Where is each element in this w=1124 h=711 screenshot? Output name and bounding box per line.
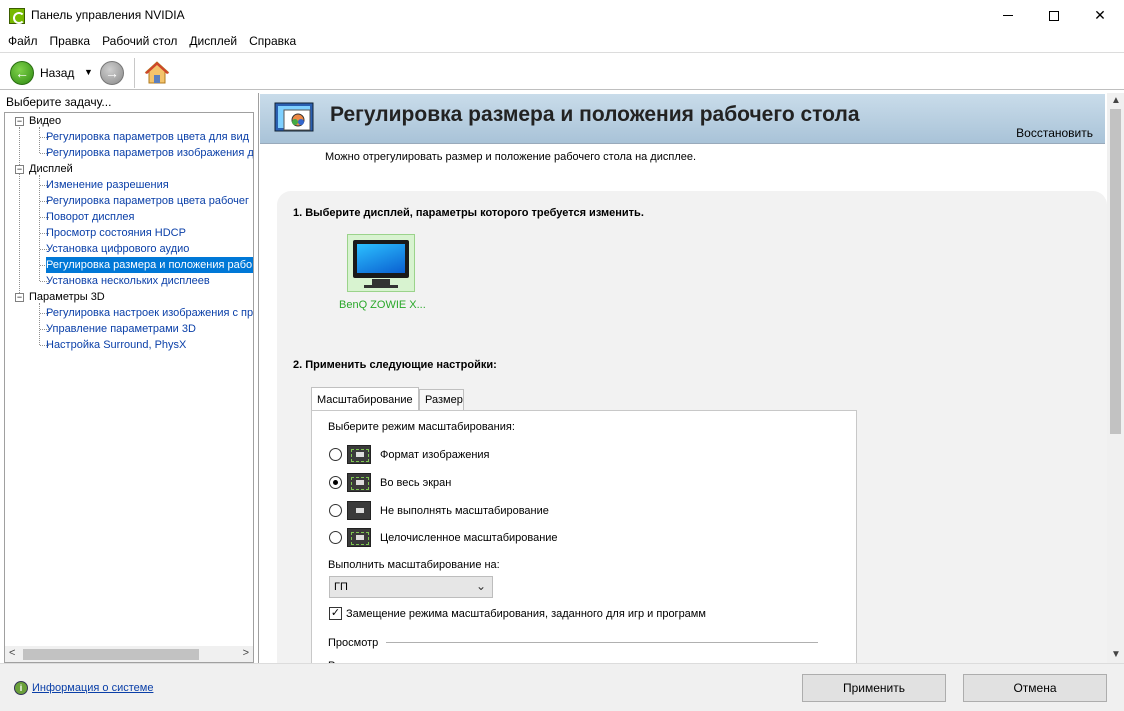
forward-button[interactable]: → xyxy=(100,61,124,85)
window-title: Панель управления NVIDIA xyxy=(31,8,185,22)
close-icon: ✕ xyxy=(1094,7,1106,23)
back-arrow-icon: ← xyxy=(10,61,34,85)
back-history-dropdown-icon[interactable]: ▼ xyxy=(84,67,93,77)
option-full-screen[interactable]: Во весь экран xyxy=(380,477,451,489)
collapse-video-icon[interactable]: − xyxy=(15,117,24,126)
radio-no-scaling[interactable] xyxy=(329,504,342,517)
tab-scaling[interactable]: Масштабирование xyxy=(311,387,419,411)
close-button[interactable]: ✕ xyxy=(1077,0,1123,31)
apply-button[interactable]: Применить xyxy=(802,674,946,702)
tree-item-desktop-color[interactable]: Регулировка параметров цвета рабочег xyxy=(46,193,249,209)
page-header: Регулировка размера и положения рабочего… xyxy=(260,94,1105,144)
scaling-tab-content: Выберите режим масштабирования: Формат и… xyxy=(311,410,857,670)
task-tree[interactable]: − Видео Регулировка параметров цвета для… xyxy=(4,112,254,711)
menu-edit[interactable]: Правка xyxy=(44,31,97,51)
tree-item-3d-image-settings[interactable]: Регулировка настроек изображения с пр xyxy=(46,305,253,321)
forward-arrow-icon: → xyxy=(100,61,124,85)
collapse-3d-icon[interactable]: − xyxy=(15,293,24,302)
scrollbar-thumb[interactable] xyxy=(23,649,199,660)
home-icon[interactable] xyxy=(144,60,170,86)
cancel-button[interactable]: Отмена xyxy=(963,674,1107,702)
preview-divider xyxy=(386,642,818,643)
settings-panel: 1. Выберите дисплей, параметры которого … xyxy=(277,191,1107,670)
scaling-mode-label: Выберите режим масштабирования: xyxy=(328,421,515,433)
menu-file[interactable]: Файл xyxy=(2,31,44,51)
tree-item-manage-3d[interactable]: Управление параметрами 3D xyxy=(46,321,196,337)
system-info-link[interactable]: Информация о системе xyxy=(32,682,153,694)
scroll-left-icon[interactable]: < xyxy=(9,647,15,659)
back-label: Назад xyxy=(40,66,75,80)
page-title: Регулировка размера и положения рабочего… xyxy=(330,103,860,126)
scroll-up-icon[interactable]: ▲ xyxy=(1111,95,1121,106)
task-panel: Выберите задачу... − Видео Регулировка п… xyxy=(0,91,257,711)
integer-scaling-icon xyxy=(347,528,371,547)
monitor-icon xyxy=(353,240,409,278)
menu-bar: Файл Правка Рабочий стол Дисплей Справка xyxy=(0,31,1124,51)
perform-on-value: ГП xyxy=(334,581,348,593)
collapse-display-icon[interactable]: − xyxy=(15,165,24,174)
maximize-button[interactable] xyxy=(1031,0,1077,31)
tree-group-3d[interactable]: Параметры 3D xyxy=(29,289,105,305)
tree-item-video-image[interactable]: Регулировка параметров изображения д xyxy=(46,145,253,161)
scroll-right-icon[interactable]: > xyxy=(243,647,249,659)
radio-full-screen[interactable] xyxy=(329,476,342,489)
tree-line xyxy=(39,303,40,345)
scroll-down-icon[interactable]: ▼ xyxy=(1111,649,1121,660)
step2-heading: 2. Применить следующие настройки: xyxy=(293,359,497,371)
tree-item-video-color[interactable]: Регулировка параметров цвета для вид xyxy=(46,129,249,145)
option-aspect-ratio[interactable]: Формат изображения xyxy=(380,449,490,461)
monitor-base xyxy=(364,285,398,288)
radio-aspect-ratio[interactable] xyxy=(329,448,342,461)
desktop-size-position-icon xyxy=(274,102,314,132)
minimize-icon xyxy=(1003,15,1013,16)
tree-line xyxy=(39,127,40,153)
display-selector-benq[interactable] xyxy=(347,234,415,292)
minimize-button[interactable] xyxy=(985,0,1031,31)
option-no-scaling[interactable]: Не выполнять масштабирование xyxy=(380,505,549,517)
scrollbar-thumb[interactable] xyxy=(1110,109,1121,434)
tree-item-multiple-displays[interactable]: Установка нескольких дисплеев xyxy=(46,273,210,289)
title-bar: Панель управления NVIDIA ✕ xyxy=(0,0,1124,31)
perform-on-label: Выполнить масштабирование на: xyxy=(328,559,500,571)
step1-heading: 1. Выберите дисплей, параметры которого … xyxy=(293,207,644,219)
full-screen-icon xyxy=(347,473,371,492)
tree-item-desktop-size-position[interactable]: Регулировка размера и положения рабо xyxy=(46,257,253,273)
restore-defaults-link[interactable]: Восстановить xyxy=(1016,126,1093,140)
tree-item-change-resolution[interactable]: Изменение разрешения xyxy=(46,177,169,193)
page-description: Можно отрегулировать размер и положение … xyxy=(325,151,697,163)
chevron-down-icon: ⌄ xyxy=(475,579,486,593)
override-label[interactable]: Замещение режима масштабирования, заданн… xyxy=(346,608,706,620)
back-button[interactable]: ← Назад xyxy=(10,61,74,85)
perform-on-select[interactable]: ГП ⌄ xyxy=(329,576,493,598)
radio-integer-scaling[interactable] xyxy=(329,531,342,544)
tree-group-display[interactable]: Дисплей xyxy=(29,161,73,177)
toolbar: ← Назад ▼ → xyxy=(0,52,1124,90)
no-scaling-icon xyxy=(347,501,371,520)
system-info-icon: i xyxy=(14,681,28,695)
display-name[interactable]: BenQ ZOWIE X... xyxy=(339,299,426,311)
tab-size[interactable]: Размер xyxy=(419,389,464,411)
task-panel-caption: Выберите задачу... xyxy=(6,95,112,109)
menu-help[interactable]: Справка xyxy=(243,31,302,51)
maximize-icon xyxy=(1049,10,1059,21)
tree-line xyxy=(19,127,20,297)
menu-desktop[interactable]: Рабочий стол xyxy=(96,31,183,51)
option-integer-scaling[interactable]: Целочисленное масштабирование xyxy=(380,532,558,544)
menu-display[interactable]: Дисплей xyxy=(183,31,243,51)
preview-label: Просмотр xyxy=(328,637,379,649)
tree-item-rotate-display[interactable]: Поворот дисплея xyxy=(46,209,134,225)
tree-item-hdcp-status[interactable]: Просмотр состояния HDCP xyxy=(46,225,186,241)
aspect-ratio-icon xyxy=(347,445,371,464)
tree-item-digital-audio[interactable]: Установка цифрового аудио xyxy=(46,241,189,257)
toolbar-separator xyxy=(134,58,135,88)
tree-group-video[interactable]: Видео xyxy=(29,113,61,129)
override-checkbox[interactable]: ✓ xyxy=(329,607,342,620)
nvidia-logo-icon xyxy=(9,8,25,24)
tree-horizontal-scrollbar[interactable]: < > xyxy=(4,646,254,663)
content-pane: Регулировка размера и положения рабочего… xyxy=(258,93,1124,670)
tree-item-surround-physx[interactable]: Настройка Surround, PhysX xyxy=(46,337,186,353)
bottom-bar: i Информация о системе Применить Отмена xyxy=(0,663,1124,711)
content-vertical-scrollbar[interactable]: ▲ ▼ xyxy=(1107,93,1124,663)
